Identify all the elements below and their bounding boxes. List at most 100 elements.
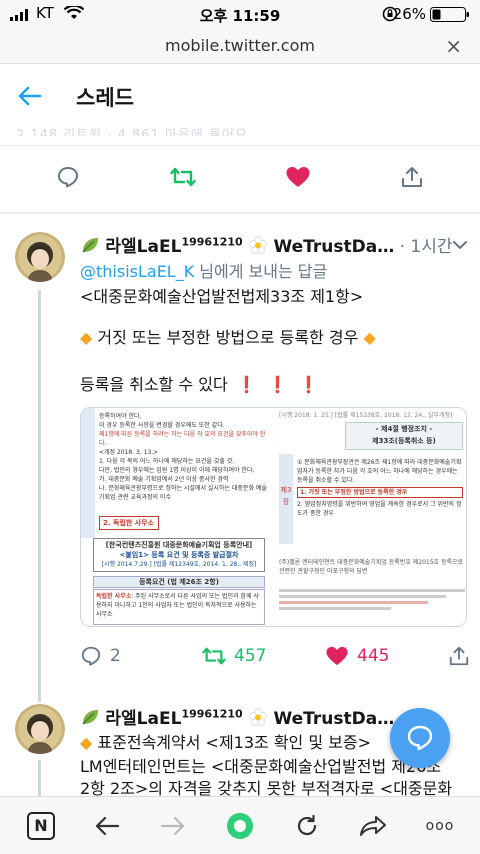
retweet-button[interactable] xyxy=(170,165,196,189)
thread-line xyxy=(38,760,41,796)
reply-icon xyxy=(58,167,78,188)
tweet-text-line: ◆ 거짓 또는 부정한 방법으로 등록한 경우 ◆ xyxy=(80,325,376,351)
tweet-text-line: 2항 2조>의 자격을 갖추지 못한 부적격자로 <대중문화 xyxy=(80,779,453,796)
tweet-time: · 1시간 xyxy=(399,237,453,257)
flower-icon xyxy=(248,707,268,732)
law-date: [시행 2018. 1. 25.] [법률 제15338호, 2018. 12.… xyxy=(279,412,453,419)
text-line-placeholder xyxy=(279,607,391,610)
share-button[interactable] xyxy=(400,165,424,189)
avatar[interactable] xyxy=(15,232,65,282)
media-image-left[interactable]: 등록하여야 한다. 이 경우 등록한 사항을 변경할 경우에도 또한 같다. 제… xyxy=(81,408,273,626)
compose-icon xyxy=(407,725,433,751)
home-icon[interactable] xyxy=(223,809,257,843)
display-name[interactable]: 라엘LaEL xyxy=(105,237,181,257)
tweet1-actions: 2 457 445 xyxy=(0,645,480,681)
battery-percent: 26% xyxy=(392,5,426,23)
tweet2-text-0: 표준전속계약서 <제13조 확인 및 보증> xyxy=(97,733,372,752)
back-icon[interactable] xyxy=(90,809,124,843)
status-bar: KT 오후 11:59 26% xyxy=(0,0,480,28)
screen: KT 오후 11:59 26% mobile.twitter.com × 스레드… xyxy=(0,0,480,854)
retweet-button[interactable]: 457 xyxy=(202,645,266,667)
display-name-suffix[interactable]: WeTrustDa… xyxy=(273,709,394,729)
section-divider xyxy=(0,212,480,214)
reply-button[interactable]: 2 xyxy=(80,645,121,667)
orange-diamond-icon: ◆ xyxy=(80,328,93,347)
exclamation-icon: ❗ xyxy=(236,375,257,394)
reload-icon[interactable] xyxy=(290,809,324,843)
url-text[interactable]: mobile.twitter.com xyxy=(0,36,480,55)
heart-icon xyxy=(326,646,348,666)
law-line: ① 문화체육관광부장관은 제26조 제1항에 따라 대중문화예술기획업자가 등록… xyxy=(297,459,462,484)
text-line-placeholder xyxy=(279,589,465,592)
naver-icon[interactable]: N xyxy=(24,809,58,843)
side-column xyxy=(81,408,95,538)
mention-link[interactable]: @thisisLaEL_K xyxy=(80,262,194,281)
forward-icon[interactable] xyxy=(156,809,190,843)
retweet-icon xyxy=(202,647,226,665)
share-icon xyxy=(449,646,469,666)
divider xyxy=(0,145,480,146)
law-text-block: 등록하여야 한다. 이 경우 등록한 사항을 변경할 경우에도 또한 같다. 제… xyxy=(99,412,269,502)
law-line: 나. 문화체육관광부령으로 정하는 시설에서 실시하는 대중문화 예술 기획업 … xyxy=(99,485,267,501)
requirements-title: 등록요건 (법 제26조 2항) xyxy=(93,576,265,588)
like-button[interactable] xyxy=(285,165,311,189)
note-text: (주)멜론 엔터테인먼트 대중문화예술기획업 등록번호 제2015호 등록으로 … xyxy=(279,559,464,575)
exclamation-icon: ❗ xyxy=(298,375,319,394)
retweet-count: 457 xyxy=(234,646,267,666)
leaf-icon xyxy=(80,235,100,260)
share-button[interactable] xyxy=(448,645,470,667)
page-header: 스레드 xyxy=(0,64,480,126)
browser-url-bar[interactable]: mobile.twitter.com × xyxy=(0,28,480,64)
reply-button[interactable] xyxy=(56,165,80,189)
thread-line xyxy=(38,290,41,702)
prev-tweet-actions xyxy=(0,165,480,201)
reply-to-line: @thisisLaEL_K 님에게 보내는 답글 xyxy=(80,258,327,282)
avatar[interactable] xyxy=(15,704,65,754)
cancel-text-block: ① 문화체육관광부장관은 제26조 제1항에 따라 대중문화예술기획업자가 등록… xyxy=(297,458,463,518)
reply-icon xyxy=(81,646,101,666)
compose-button[interactable] xyxy=(390,708,450,768)
share-icon[interactable] xyxy=(356,809,390,843)
reply-count: 2 xyxy=(110,646,121,666)
display-name[interactable]: 라엘LaEL xyxy=(105,709,181,729)
like-count: 445 xyxy=(357,646,390,666)
requirements-body: 독립한 사무소: 주된 사무소로서 다른 사업의 또는 법인과 함께 사용하지 … xyxy=(93,589,265,625)
law-line: 다만, 법인의 경우에는 임원 1명 이상이 이에 해당하여야 한다. xyxy=(99,467,255,474)
name-superscript: 19961210 xyxy=(181,235,243,249)
tweet-text-line: <대중문화예술산업발전법제33조 제1항> xyxy=(80,287,364,306)
heart-icon xyxy=(286,167,310,187)
orange-diamond-icon: ◆ xyxy=(363,328,376,347)
highlight-line: 1. 거짓 또는 부정한 방법으로 등록한 경우 xyxy=(297,487,463,498)
notice-date: [시행 2014.7.29.] [법률 제12349호, 2014. 1. 28… xyxy=(101,561,257,568)
notice-title: [한국컨텐츠진흥원 대중문화예술기획업 등록안내] xyxy=(105,541,253,549)
share-icon xyxy=(402,167,422,187)
back-arrow-icon[interactable] xyxy=(18,86,42,110)
orange-diamond-icon: ◆ xyxy=(80,733,93,752)
law-line: 등록하여야 한다. xyxy=(99,413,142,420)
reply-to-suffix: 님에게 보내는 답글 xyxy=(194,262,328,281)
flower-icon xyxy=(248,235,268,260)
close-icon[interactable]: × xyxy=(445,34,462,58)
law-line: <개정 2018. 3. 13.> xyxy=(99,449,159,456)
tweet-media[interactable]: 등록하여야 한다. 이 경우 등록한 사항을 변경할 경우에도 또한 같다. 제… xyxy=(80,407,467,627)
tweet2-header: 라엘LaEL19961210 WeTrustDa… xyxy=(80,704,394,732)
tweet-text-line: 등록을 취소할 수 있다 ❗ ❗ ❗ xyxy=(80,372,319,398)
leaf-icon xyxy=(80,707,100,732)
chapter-label: 제3장 xyxy=(279,454,293,544)
display-name-suffix[interactable]: WeTrustDa… xyxy=(273,237,394,257)
tweet-text-emphasis: 거짓 또는 부정한 방법으로 등록한 경우 xyxy=(97,328,359,347)
more-icon[interactable]: ooo xyxy=(420,809,460,843)
text-line-placeholder xyxy=(279,601,428,604)
chevron-down-icon[interactable] xyxy=(452,236,468,255)
media-image-right[interactable]: [시행 2018. 1. 25.] [법률 제15338호, 2018. 12.… xyxy=(275,408,466,626)
section-sub: 제33조(등록취소 등) xyxy=(372,437,436,445)
note-lines xyxy=(279,586,465,624)
law-line: 이 경우 등록한 사항을 변경할 경우에도 또한 같다. xyxy=(99,422,225,429)
name-superscript: 19961210 xyxy=(181,707,243,721)
naver-label: N xyxy=(27,812,55,840)
section-title: - 제4절 행정조치 - xyxy=(375,425,433,433)
tweet1-header: 라엘LaEL19961210 WeTrustDa… · 1시간 xyxy=(80,232,453,260)
notice-box: [한국컨텐츠진흥원 대중문화예술기획업 등록안내] <붙임1> 등록 요건 및 … xyxy=(93,538,265,572)
law-line: 가. 대중문화 예술 기획업에서 2년 이상 종사한 경력 xyxy=(99,476,229,483)
like-button[interactable]: 445 xyxy=(325,645,389,667)
